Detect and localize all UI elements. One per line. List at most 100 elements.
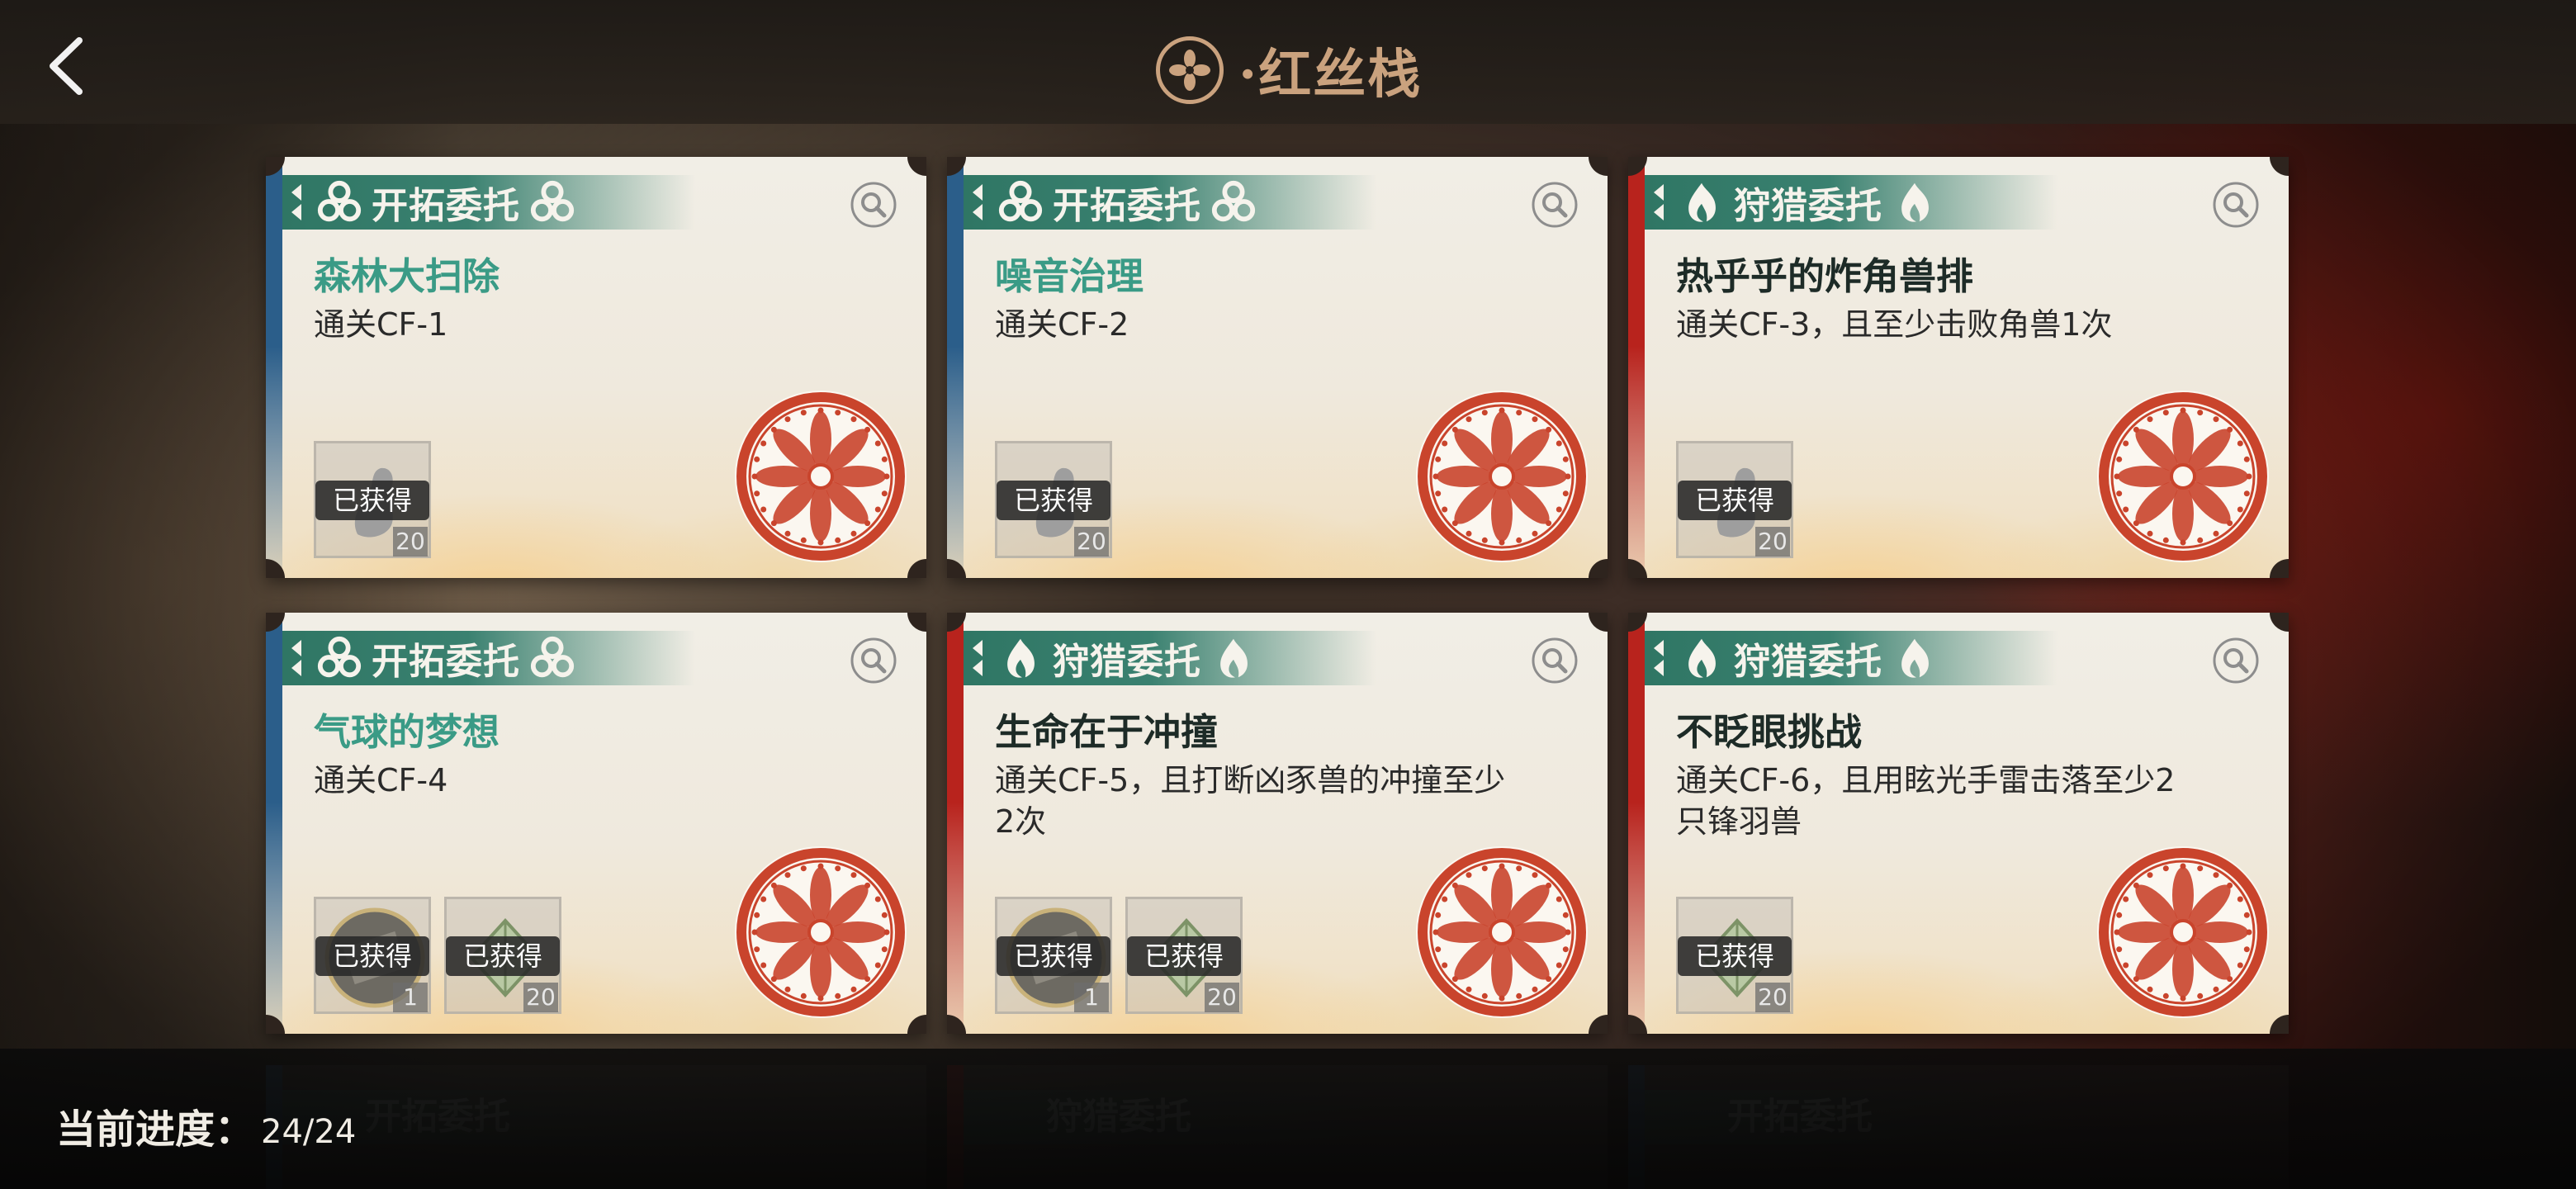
- card-corner-notch: [2270, 157, 2289, 176]
- reward-slot[interactable]: 已获得 20: [995, 441, 1112, 558]
- flame-icon: [997, 634, 1044, 682]
- mission-title: 森林大扫除: [314, 254, 500, 298]
- mission-description: 通关CF-4: [314, 762, 448, 798]
- card-corner-notch: [1589, 613, 1608, 632]
- mission-type-label: 狩猎委托: [1734, 185, 1882, 227]
- reward-count: 20: [1205, 983, 1239, 1012]
- mission-card[interactable]: 狩猎委托不眨眼挑战通关CF-6，且用眩光手雷击落至少2只锋羽兽已获得 20: [1628, 613, 2289, 1034]
- trefoil-icon: [315, 178, 363, 226]
- completed-stamp-icon: [732, 388, 910, 566]
- completed-stamp-icon: [1413, 844, 1591, 1021]
- banner-arrows-icon: [967, 175, 988, 230]
- page-title: ·红丝栈: [1156, 25, 1428, 116]
- magnifier-icon[interactable]: [2211, 180, 2261, 230]
- reward-slot[interactable]: 已获得 20: [1676, 441, 1793, 558]
- flame-icon: [1678, 178, 1726, 226]
- obtained-badge: 已获得: [446, 936, 560, 976]
- reward-slot[interactable]: 已获得 1: [995, 897, 1112, 1014]
- flame-icon: [1210, 634, 1257, 682]
- card-corner-notch: [1589, 559, 1608, 578]
- reward-count: 20: [1074, 527, 1109, 557]
- flame-icon: [1891, 178, 1939, 226]
- progress-indicator: 当前进度： 24/24: [56, 1097, 356, 1154]
- obtained-badge: 已获得: [997, 936, 1110, 976]
- magnifier-icon[interactable]: [1530, 636, 1579, 685]
- mission-type-banner: 狩猎委托: [964, 631, 1376, 685]
- mission-type-banner: 开拓委托: [964, 175, 1376, 230]
- card-side-stripe: [1628, 613, 1645, 1034]
- card-side-stripe: [1628, 157, 1645, 578]
- card-corner-notch: [1589, 157, 1608, 176]
- mission-type-banner: 狩猎委托: [1645, 175, 2057, 230]
- progress-label: 当前进度：: [56, 1106, 255, 1153]
- completed-stamp-icon: [2095, 844, 2272, 1021]
- mission-card[interactable]: 狩猎委托 热乎乎的炸角兽排 通关CF-3，且至少击败角兽1次 已获得 20: [1628, 157, 2289, 578]
- card-corner-notch: [2270, 613, 2289, 632]
- card-corner-notch: [1589, 1015, 1608, 1034]
- mission-type-label: 开拓委托: [372, 641, 520, 683]
- card-corner-notch: [907, 157, 926, 176]
- reward-count: 1: [1074, 983, 1109, 1012]
- mission-card[interactable]: 开拓委托森林大扫除通关CF-1 已获得 20: [266, 157, 926, 578]
- reward-slot[interactable]: 已获得 20: [1676, 897, 1793, 1014]
- card-corner-notch: [2270, 1015, 2289, 1034]
- obtained-badge: 已获得: [315, 936, 429, 976]
- obtained-badge: 已获得: [1678, 481, 1792, 520]
- reward-slot[interactable]: 已获得 20: [1125, 897, 1243, 1014]
- banner-arrows-icon: [286, 631, 307, 685]
- trefoil-icon: [315, 634, 363, 682]
- banner-arrows-icon: [286, 175, 307, 230]
- reward-count: 20: [393, 527, 428, 557]
- top-bar: ·红丝栈: [0, 0, 2576, 124]
- card-side-stripe: [266, 157, 282, 578]
- card-side-stripe: [947, 613, 964, 1034]
- trefoil-icon: [997, 178, 1044, 226]
- mission-type-banner: 开拓委托: [282, 175, 695, 230]
- mission-type-label: 狩猎委托: [1734, 641, 1882, 683]
- mission-title: 不眨眼挑战: [1676, 710, 1863, 754]
- mission-description: 通关CF-2: [995, 306, 1129, 343]
- completed-stamp-icon: [2095, 388, 2272, 566]
- mission-title: 热乎乎的炸角兽排: [1676, 254, 1974, 298]
- trefoil-icon: [528, 634, 576, 682]
- mission-type-label: 狩猎委托: [1053, 641, 1201, 683]
- mission-title: 噪音治理: [995, 254, 1144, 298]
- reward-slot[interactable]: 已获得 20: [444, 897, 561, 1014]
- page-title-text: ·红丝栈: [1238, 44, 1423, 106]
- trefoil-icon: [528, 178, 576, 226]
- obtained-badge: 已获得: [997, 481, 1110, 520]
- mission-card[interactable]: 开拓委托噪音治理通关CF-2 已获得 20: [947, 157, 1608, 578]
- card-corner-notch: [2270, 559, 2289, 578]
- mission-title: 生命在于冲撞: [995, 710, 1219, 754]
- reward-count: 20: [1755, 983, 1790, 1012]
- reward-count: 20: [523, 983, 558, 1012]
- magnifier-icon[interactable]: [849, 180, 898, 230]
- banner-arrows-icon: [1648, 175, 1669, 230]
- obtained-badge: 已获得: [1127, 936, 1241, 976]
- card-corner-notch: [907, 559, 926, 578]
- card-corner-notch: [907, 613, 926, 632]
- obtained-badge: 已获得: [315, 481, 429, 520]
- mission-title: 气球的梦想: [314, 710, 500, 754]
- mission-type-label: 开拓委托: [1053, 185, 1201, 227]
- completed-stamp-icon: [732, 844, 910, 1021]
- card-side-stripe: [947, 157, 964, 578]
- magnifier-icon[interactable]: [1530, 180, 1579, 230]
- mission-description: 通关CF-1: [314, 306, 448, 343]
- reward-slot[interactable]: 已获得 1: [314, 897, 431, 1014]
- mission-card[interactable]: 开拓委托 气球的梦想 通关CF-4 已获得 1 已获得 20: [266, 613, 926, 1034]
- mission-card[interactable]: 狩猎委托生命在于冲撞通关CF-5，且打断凶豕兽的冲撞至少2次已获得 1 已获得 20: [947, 613, 1608, 1034]
- obtained-badge: 已获得: [1678, 936, 1792, 976]
- mission-description: 通关CF-5，且打断凶豕兽的冲撞至少2次: [995, 762, 1506, 840]
- flame-icon: [1891, 634, 1939, 682]
- back-button[interactable]: [33, 29, 99, 103]
- flower-emblem-icon: [1156, 36, 1224, 104]
- mission-description: 通关CF-6，且用眩光手雷击落至少2只锋羽兽: [1676, 762, 2176, 840]
- bottom-overlay: [0, 1049, 2576, 1189]
- card-corner-notch: [907, 1015, 926, 1034]
- magnifier-icon[interactable]: [2211, 636, 2261, 685]
- magnifier-icon[interactable]: [849, 636, 898, 685]
- mission-type-banner: 狩猎委托: [1645, 631, 2057, 685]
- reward-slot[interactable]: 已获得 20: [314, 441, 431, 558]
- banner-arrows-icon: [967, 631, 988, 685]
